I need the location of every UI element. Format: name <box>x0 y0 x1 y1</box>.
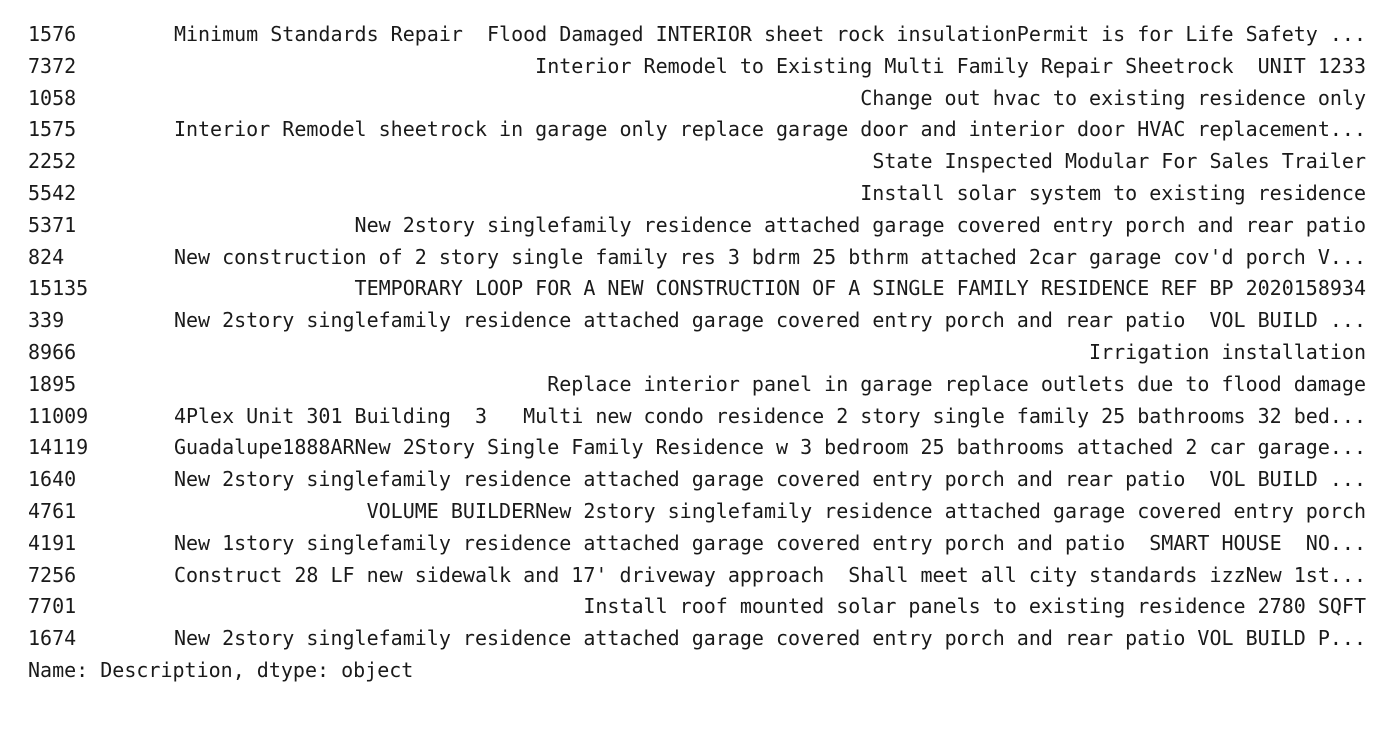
row-description: New 2story singlefamily residence attach… <box>173 467 1366 492</box>
row-description: New 2story singlefamily residence attach… <box>173 626 1366 651</box>
row-index: 7372 <box>28 53 77 78</box>
series-row: 11009 4Plex Unit 301 Building 3 Multi ne… <box>0 401 1400 433</box>
row-description: New 2story singlefamily residence attach… <box>173 308 1366 333</box>
row-index: 824 <box>28 244 65 269</box>
series-row: 1895 Replace interior panel in garage re… <box>0 369 1400 401</box>
row-index: 4191 <box>28 530 77 555</box>
series-row: 339 New 2story singlefamily residence at… <box>0 305 1400 337</box>
row-description: TEMPORARY LOOP FOR A NEW CONSTRUCTION OF… <box>354 276 1366 301</box>
row-index: 1674 <box>28 626 77 651</box>
series-row: 1674 New 2story singlefamily residence a… <box>0 623 1400 655</box>
series-row: 15135 TEMPORARY LOOP FOR A NEW CONSTRUCT… <box>0 273 1400 305</box>
row-description: Interior Remodel sheetrock in garage onl… <box>173 117 1366 142</box>
row-description: Change out hvac to existing residence on… <box>860 85 1366 110</box>
row-index: 1575 <box>28 117 77 142</box>
series-footer: Name: Description, dtype: object <box>28 657 414 682</box>
row-description: New 1story singlefamily residence attach… <box>173 530 1366 555</box>
row-index: 8966 <box>28 339 77 364</box>
row-description: State Inspected Modular For Sales Traile… <box>872 149 1366 174</box>
row-index: 1058 <box>28 85 77 110</box>
row-description: Install roof mounted solar panels to exi… <box>583 594 1366 619</box>
row-index: 14119 <box>28 435 89 460</box>
series-output: 1576 Minimum Standards Repair Flood Dama… <box>0 0 1400 694</box>
row-description: New 2story singlefamily residence attach… <box>354 212 1366 237</box>
series-row: 4191 New 1story singlefamily residence a… <box>0 528 1400 560</box>
row-index: 1576 <box>28 22 77 46</box>
series-row: 1640 New 2story singlefamily residence a… <box>0 464 1400 496</box>
series-row: 1576 Minimum Standards Repair Flood Dama… <box>0 19 1400 51</box>
series-row: 5542 Install solar system to existing re… <box>0 178 1400 210</box>
row-index: 7701 <box>28 594 77 619</box>
row-description: 4Plex Unit 301 Building 3 Multi new cond… <box>173 403 1366 428</box>
series-row: 7372 Interior Remodel to Existing Multi … <box>0 51 1400 83</box>
row-index: 339 <box>28 308 65 333</box>
row-index: 4761 <box>28 498 77 523</box>
series-row: 1058 Change out hvac to existing residen… <box>0 83 1400 115</box>
row-index: 15135 <box>28 276 89 301</box>
series-row: 8966 Irrigation installation <box>0 337 1400 369</box>
series-row: 1575 Interior Remodel sheetrock in garag… <box>0 114 1400 146</box>
row-index: 5542 <box>28 180 77 205</box>
series-row: 2252 State Inspected Modular For Sales T… <box>0 146 1400 178</box>
row-index: 1640 <box>28 467 77 492</box>
row-index: 7256 <box>28 562 77 587</box>
row-index: 5371 <box>28 212 77 237</box>
row-index: 11009 <box>28 403 89 428</box>
series-row: 7256 Construct 28 LF new sidewalk and 17… <box>0 560 1400 592</box>
row-description: Replace interior panel in garage replace… <box>547 371 1366 396</box>
row-index: 1895 <box>28 371 77 396</box>
row-description: Irrigation installation <box>1089 339 1366 364</box>
series-row: 5371 New 2story singlefamily residence a… <box>0 210 1400 242</box>
row-index: 2252 <box>28 149 77 174</box>
row-description: VOLUME BUILDERNew 2story singlefamily re… <box>366 498 1366 523</box>
row-description: New construction of 2 story single famil… <box>173 244 1366 269</box>
series-row: 7701 Install roof mounted solar panels t… <box>0 591 1400 623</box>
row-description: Construct 28 LF new sidewalk and 17' dri… <box>173 562 1366 587</box>
row-description: Install solar system to existing residen… <box>860 180 1366 205</box>
row-description: Guadalupe1888ARNew 2Story Single Family … <box>173 435 1366 460</box>
series-row: 14119 Guadalupe1888ARNew 2Story Single F… <box>0 432 1400 464</box>
row-description: Interior Remodel to Existing Multi Famil… <box>535 53 1366 78</box>
series-row: 4761 VOLUME BUILDERNew 2story singlefami… <box>0 496 1400 528</box>
row-description: Minimum Standards Repair Flood Damaged I… <box>173 22 1366 46</box>
series-row: 824 New construction of 2 story single f… <box>0 242 1400 274</box>
